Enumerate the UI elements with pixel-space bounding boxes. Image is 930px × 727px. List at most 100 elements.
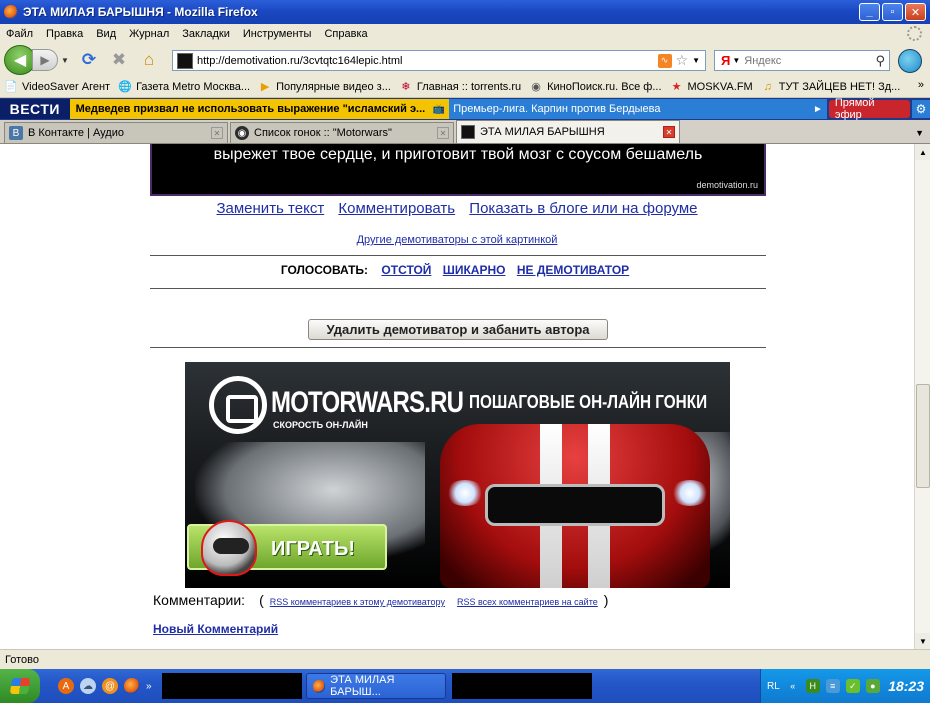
maximize-button[interactable]: ▫ (882, 3, 903, 21)
site-favicon (177, 52, 193, 69)
vk-icon: B (9, 126, 23, 140)
tab-close-icon[interactable]: ✕ (211, 127, 223, 139)
banner-headlight (670, 480, 710, 506)
bug-icon: ❄ (401, 81, 411, 93)
vote-bad-link[interactable]: ОТСТОЙ (381, 263, 431, 277)
bookmark-popular-video[interactable]: ▶ Популярные видео з... (258, 80, 391, 94)
addon-icon[interactable] (898, 49, 922, 73)
new-comment-link[interactable]: Новый Комментарий (153, 622, 278, 636)
quick-launch: A ☁ @ (58, 678, 140, 694)
bookmark-metro[interactable]: 🌐 Газета Metro Москва... (118, 80, 250, 94)
tray-security-icon[interactable]: ✓ (845, 679, 860, 693)
comment-link[interactable]: Комментировать (338, 200, 455, 217)
navigation-bar: ◀ ▶ ▼ ⟳ ✖ ⌂ http://demotivation.ru/3cvtq… (0, 44, 930, 76)
language-indicator[interactable]: RL (767, 681, 780, 692)
tray-app-icon[interactable]: H (805, 679, 820, 693)
action-links: Заменить текст Комментировать Показать в… (0, 200, 914, 217)
tab-list-icon[interactable]: ▼ (915, 128, 924, 138)
quick-launch-more-icon[interactable]: » (146, 681, 152, 692)
other-demotivators-link[interactable]: Другие демотиваторы с этой картинкой (357, 234, 558, 246)
banner-tagline: ПОШАГОВЫЕ ОН-ЛАЙН ГОНКИ (469, 392, 708, 412)
divider (150, 288, 766, 289)
menu-tools[interactable]: Инструменты (243, 28, 312, 40)
tab-demotivator[interactable]: ЭТА МИЛАЯ БАРЫШНЯ ✕ (456, 120, 680, 143)
taskbar: A ☁ @ » ЭТА МИЛАЯ БАРЫШ... RL « H ≡ ✓ ● … (0, 669, 930, 703)
tray-messenger-icon[interactable]: ● (865, 679, 880, 693)
bookmark-zaycev[interactable]: ♫ ТУТ ЗАЙЦЕВ НЕТ! Зд... (761, 80, 901, 94)
start-button[interactable] (0, 669, 40, 703)
firefox-icon (312, 679, 326, 693)
menu-bookmarks[interactable]: Закладки (182, 28, 230, 40)
comments-header: Комментарии: ( RSS комментариев к этому … (153, 592, 608, 608)
mail-at-icon[interactable]: @ (102, 678, 118, 694)
vertical-scrollbar[interactable]: ▲ ▼ (914, 144, 930, 649)
url-dropdown-icon[interactable]: ▼ (692, 56, 700, 65)
task-firefox[interactable]: ЭТА МИЛАЯ БАРЫШ... (305, 673, 446, 699)
window-controls: _ ▫ ✕ (859, 3, 926, 21)
cloud-icon[interactable]: ☁ (80, 678, 96, 694)
tab-close-icon[interactable]: ✕ (437, 127, 449, 139)
news-headline-secondary[interactable]: Премьер-лига. Карпин против Бердыева ► (449, 99, 827, 119)
rss-demotivator-comments-link[interactable]: RSS комментариев к этому демотиватору (270, 597, 445, 607)
avast-icon[interactable]: A (58, 678, 74, 694)
tab-close-icon[interactable]: ✕ (663, 126, 675, 138)
bookmarks-more-icon[interactable]: » (918, 79, 924, 91)
music-icon: ♫ (763, 80, 772, 93)
menu-file[interactable]: Файл (6, 28, 33, 40)
reload-icon[interactable]: ⟳ (77, 49, 101, 71)
tray-arrow-icon[interactable]: « (786, 679, 800, 693)
scroll-up-icon[interactable]: ▲ (915, 144, 930, 160)
tray-network-icon[interactable]: ≡ (825, 679, 840, 693)
home-icon[interactable]: ⌂ (137, 49, 161, 71)
banner-brand: MOTORWARS.RU (271, 386, 464, 419)
rss-all-comments-link[interactable]: RSS всех комментариев на сайте (457, 597, 598, 607)
search-box[interactable]: Я ▼ ⚲ (714, 50, 890, 71)
comments-label: Комментарии: (153, 592, 246, 608)
scroll-thumb[interactable] (916, 384, 930, 488)
page-icon (461, 125, 475, 139)
motorwars-banner[interactable]: MOTORWARS.RU СКОРОСТЬ ОН-ЛАЙН ПОШАГОВЫЕ … (185, 362, 730, 588)
scroll-down-icon[interactable]: ▼ (915, 633, 930, 649)
search-engine-dropdown-icon[interactable]: ▼ (732, 56, 740, 65)
yandex-icon[interactable]: Я (721, 53, 730, 68)
tab-vkontakte[interactable]: B В Контакте | Аудио ✕ (4, 122, 228, 143)
search-input[interactable] (744, 54, 876, 67)
menu-view[interactable]: Вид (96, 28, 116, 40)
motorwars-icon: ◉ (235, 126, 249, 140)
rss-icon[interactable]: ∿ (657, 53, 672, 68)
redacted-task (451, 673, 592, 699)
stop-icon[interactable]: ✖ (107, 49, 131, 71)
history-dropdown-icon[interactable]: ▼ (61, 56, 71, 65)
minimize-button[interactable]: _ (859, 3, 880, 21)
bookmark-videosaver[interactable]: 📄 VideoSaver Агент (4, 80, 110, 94)
banner-headlight (445, 480, 485, 506)
search-icon[interactable]: ⚲ (875, 53, 885, 69)
vote-not-demotivator-link[interactable]: НЕ ДЕМОТИВАТОР (517, 263, 629, 277)
windows-flag-icon (9, 678, 31, 694)
bookmark-kinopoisk[interactable]: ◉ КиноПоиск.ru. Все ф... (529, 80, 661, 94)
divider (150, 347, 766, 348)
bookmark-star-icon[interactable]: ☆ (676, 52, 689, 69)
url-text[interactable]: http://demotivation.ru/3cvtqtc164lepic.h… (197, 55, 658, 67)
vote-great-link[interactable]: ШИКАРНО (443, 263, 506, 277)
menu-edit[interactable]: Правка (46, 28, 83, 40)
forward-button[interactable]: ▶ (32, 49, 58, 71)
menu-help[interactable]: Справка (324, 28, 367, 40)
close-button[interactable]: ✕ (905, 3, 926, 21)
gear-icon[interactable]: ⚙ (912, 100, 930, 118)
throbber-icon (907, 26, 922, 41)
share-link[interactable]: Показать в блоге или на форуме (469, 200, 697, 217)
delete-and-ban-button[interactable]: Удалить демотиватор и забанить автора (308, 319, 608, 340)
tab-motorwars[interactable]: ◉ Список гонок :: "Motorwars" ✕ (230, 122, 454, 143)
firefox-quicklaunch-icon[interactable] (124, 678, 140, 694)
news-headline-primary[interactable]: Медведев призвал не использовать выражен… (69, 99, 450, 119)
bookmark-torrents[interactable]: ❄ Главная :: torrents.ru (399, 80, 521, 94)
menu-history[interactable]: Журнал (129, 28, 169, 40)
replace-text-link[interactable]: Заменить текст (216, 200, 324, 217)
bookmark-moskva-fm[interactable]: ★ MOSKVA.FM (670, 80, 753, 94)
vesti-logo[interactable]: ВЕСТИ (0, 99, 70, 119)
banner-car-grille (485, 484, 665, 526)
url-bar[interactable]: http://demotivation.ru/3cvtqtc164lepic.h… (172, 50, 706, 71)
live-broadcast-button[interactable]: Прямой эфир (828, 97, 911, 121)
motorwars-logo-icon (209, 376, 267, 434)
